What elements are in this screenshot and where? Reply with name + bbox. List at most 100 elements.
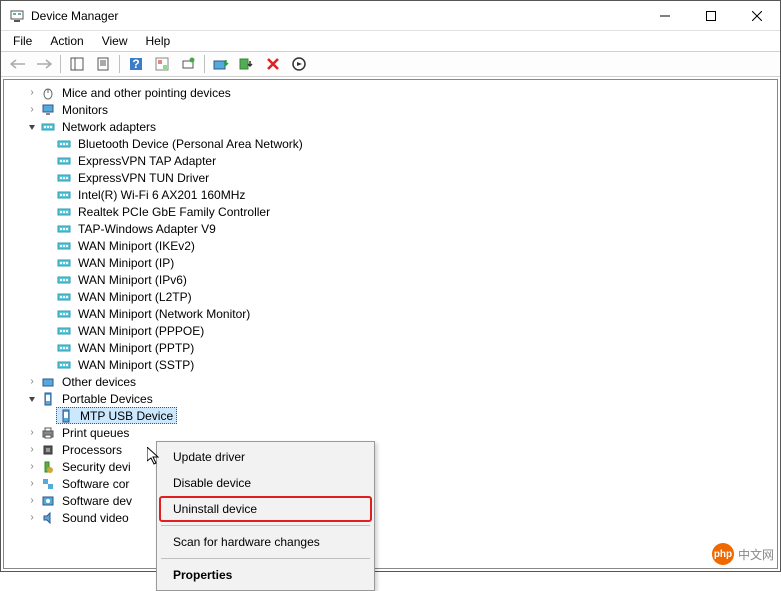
tree-item-network-child[interactable]: Intel(R) Wi-Fi 6 AX201 160MHz [4, 186, 777, 203]
tree-item-monitors[interactable]: › Monitors [4, 101, 777, 118]
device-label: MTP USB Device [78, 409, 175, 423]
device-label: WAN Miniport (L2TP) [76, 290, 194, 304]
component-icon [40, 476, 56, 492]
menu-file[interactable]: File [5, 32, 40, 50]
monitor-icon [40, 102, 56, 118]
window-controls [642, 1, 780, 31]
network-adapter-icon [56, 306, 72, 322]
back-button[interactable] [6, 53, 30, 75]
tree-item-mice[interactable]: › Mice and other pointing devices [4, 84, 777, 101]
security-icon [40, 459, 56, 475]
network-adapter-icon [56, 323, 72, 339]
portable-icon [58, 408, 74, 424]
network-adapter-icon [56, 204, 72, 220]
tree-item-processors[interactable]: › Processors [4, 441, 777, 458]
menu-action[interactable]: Action [42, 32, 91, 50]
tree-item-network-child[interactable]: Realtek PCIe GbE Family Controller [4, 203, 777, 220]
network-adapter-icon [56, 340, 72, 356]
portable-icon [40, 391, 56, 407]
titlebar: Device Manager [1, 1, 780, 31]
ctx-update-driver[interactable]: Update driver [159, 444, 372, 470]
tree-item-network-child[interactable]: ExpressVPN TUN Driver [4, 169, 777, 186]
network-adapter-icon [56, 136, 72, 152]
network-icon [40, 119, 56, 135]
app-icon [9, 8, 25, 24]
expand-icon[interactable]: › [26, 478, 38, 490]
tree-item-network-child[interactable]: WAN Miniport (IP) [4, 254, 777, 271]
action-button[interactable] [150, 53, 174, 75]
network-adapter-icon [56, 238, 72, 254]
toolbar-separator [60, 55, 61, 73]
device-label: WAN Miniport (Network Monitor) [76, 307, 252, 321]
close-button[interactable] [734, 1, 780, 31]
device-label: WAN Miniport (IPv6) [76, 273, 189, 287]
device-tree[interactable]: › Mice and other pointing devices › Moni… [4, 80, 777, 530]
enable-device-button[interactable] [287, 53, 311, 75]
expand-icon[interactable]: › [26, 444, 38, 456]
menu-separator [161, 525, 370, 526]
expand-icon[interactable]: › [26, 87, 38, 99]
cpu-icon [40, 442, 56, 458]
ctx-scan-hardware[interactable]: Scan for hardware changes [159, 529, 372, 555]
expand-icon[interactable]: › [26, 104, 38, 116]
collapse-icon[interactable] [26, 393, 38, 405]
ctx-uninstall-device[interactable]: Uninstall device [159, 496, 372, 522]
watermark-text: 中文网 [738, 546, 774, 563]
expand-icon[interactable]: › [26, 512, 38, 524]
tree-item-sound[interactable]: › Sound video [4, 509, 777, 526]
tree-item-software-components[interactable]: › Software cor [4, 475, 777, 492]
tree-item-network-child[interactable]: ExpressVPN TAP Adapter [4, 152, 777, 169]
tree-item-network-child[interactable]: WAN Miniport (IKEv2) [4, 237, 777, 254]
device-label: WAN Miniport (IP) [76, 256, 176, 270]
tree-item-network-adapters[interactable]: Network adapters [4, 118, 777, 135]
collapse-icon[interactable] [26, 121, 38, 133]
ctx-disable-device[interactable]: Disable device [159, 470, 372, 496]
menu-view[interactable]: View [94, 32, 136, 50]
device-label: TAP-Windows Adapter V9 [76, 222, 218, 236]
maximize-button[interactable] [688, 1, 734, 31]
menubar: File Action View Help [1, 31, 780, 51]
menu-help[interactable]: Help [138, 32, 179, 50]
tree-item-security-devices[interactable]: › Security devi [4, 458, 777, 475]
device-tree-pane: › Mice and other pointing devices › Moni… [3, 79, 778, 569]
tree-item-network-child[interactable]: WAN Miniport (SSTP) [4, 356, 777, 373]
network-adapter-icon [56, 289, 72, 305]
watermark-logo: php [712, 543, 734, 565]
update-driver-button[interactable] [209, 53, 233, 75]
tree-item-software-devices[interactable]: › Software dev [4, 492, 777, 509]
tree-item-network-child[interactable]: WAN Miniport (PPPOE) [4, 322, 777, 339]
tree-item-network-child[interactable]: WAN Miniport (Network Monitor) [4, 305, 777, 322]
device-label: WAN Miniport (IKEv2) [76, 239, 197, 253]
tree-item-network-child[interactable]: WAN Miniport (L2TP) [4, 288, 777, 305]
tree-item-other-devices[interactable]: › Other devices [4, 373, 777, 390]
expand-icon[interactable]: › [26, 461, 38, 473]
tree-item-portable-devices[interactable]: Portable Devices [4, 390, 777, 407]
expand-icon[interactable]: › [26, 495, 38, 507]
uninstall-device-button[interactable] [261, 53, 285, 75]
network-adapter-icon [56, 187, 72, 203]
scan-hardware-button[interactable] [176, 53, 200, 75]
menu-separator [161, 558, 370, 559]
expand-icon[interactable]: › [26, 427, 38, 439]
device-label: WAN Miniport (PPPOE) [76, 324, 206, 338]
toolbar-separator [204, 55, 205, 73]
properties-button[interactable] [91, 53, 115, 75]
forward-button[interactable] [32, 53, 56, 75]
ctx-properties[interactable]: Properties [159, 562, 372, 588]
tree-item-network-child[interactable]: WAN Miniport (PPTP) [4, 339, 777, 356]
sound-icon [40, 510, 56, 526]
context-menu: Update driver Disable device Uninstall d… [156, 441, 375, 591]
disable-device-button[interactable] [235, 53, 259, 75]
toolbar: ? [1, 51, 780, 77]
printer-icon [40, 425, 56, 441]
expand-icon[interactable]: › [26, 376, 38, 388]
tree-item-network-child[interactable]: TAP-Windows Adapter V9 [4, 220, 777, 237]
tree-item-print-queues[interactable]: › Print queues [4, 424, 777, 441]
tree-item-network-child[interactable]: WAN Miniport (IPv6) [4, 271, 777, 288]
tree-item-network-child[interactable]: Bluetooth Device (Personal Area Network) [4, 135, 777, 152]
minimize-button[interactable] [642, 1, 688, 31]
watermark: php 中文网 [712, 543, 774, 565]
tree-item-mtp-usb-device[interactable]: MTP USB Device [4, 407, 777, 424]
help-button[interactable]: ? [124, 53, 148, 75]
show-hide-tree-button[interactable] [65, 53, 89, 75]
